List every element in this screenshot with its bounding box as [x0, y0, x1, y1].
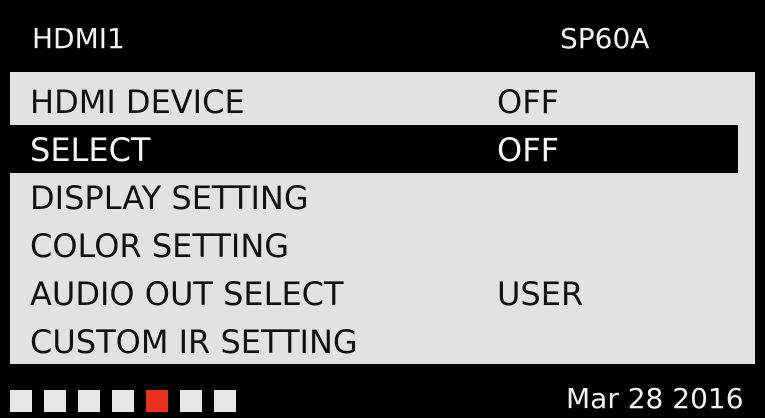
menu-item-label: DISPLAY SETTING: [30, 179, 309, 217]
osd-header: HDMI1 SP60A: [10, 8, 755, 70]
menu-item-label: SELECT: [30, 131, 151, 169]
page-dot-active: [146, 390, 168, 412]
page-dot: [78, 390, 100, 412]
model-name: SP60A: [560, 22, 650, 55]
menu-item-value: OFF: [497, 83, 559, 121]
menu-item-value: OFF: [497, 131, 559, 169]
osd-screen: HDMI1 SP60A HDMI DEVICE OFF SELECT OFF D…: [0, 0, 765, 418]
page-dot: [180, 390, 202, 412]
menu-item-label: AUDIO OUT SELECT: [30, 275, 344, 313]
input-source-label: HDMI1: [32, 22, 125, 55]
firmware-date: Mar 28 2016: [566, 382, 744, 415]
menu-item-label: COLOR SETTING: [30, 227, 290, 265]
menu-item-value: USER: [497, 275, 584, 313]
page-dot: [10, 390, 32, 412]
menu-item-custom-ir-setting[interactable]: CUSTOM IR SETTING: [10, 317, 755, 365]
menu-item-audio-out-select[interactable]: AUDIO OUT SELECT USER: [10, 269, 755, 317]
menu-item-label: HDMI DEVICE: [30, 83, 245, 121]
menu-item-display-setting[interactable]: DISPLAY SETTING: [10, 173, 755, 221]
menu-item-label: CUSTOM IR SETTING: [30, 323, 358, 361]
page-dot: [112, 390, 134, 412]
menu-item-hdmi-device[interactable]: HDMI DEVICE OFF: [10, 77, 755, 125]
page-dot: [214, 390, 236, 412]
menu-item-color-setting[interactable]: COLOR SETTING: [10, 221, 755, 269]
menu-item-select[interactable]: SELECT OFF: [10, 125, 738, 173]
osd-menu: HDMI DEVICE OFF SELECT OFF DISPLAY SETTI…: [10, 72, 755, 364]
page-dot: [44, 390, 66, 412]
osd-footer: Mar 28 2016: [10, 372, 755, 418]
